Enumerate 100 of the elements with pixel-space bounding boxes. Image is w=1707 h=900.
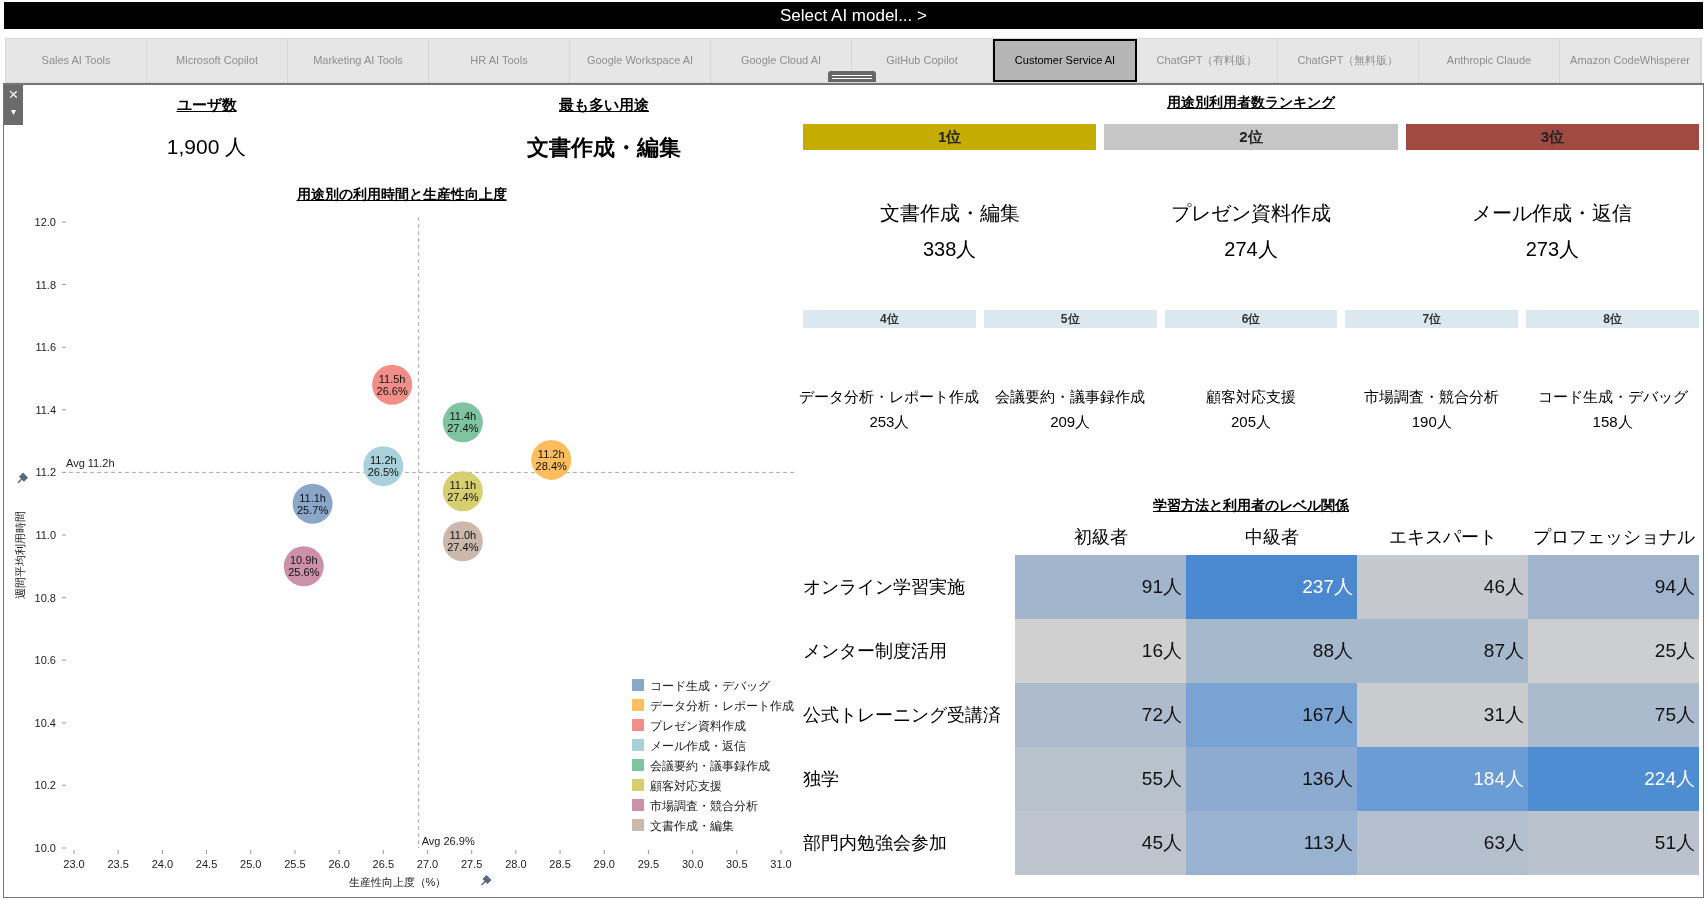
- row-label: 公式トレーニング受講済: [803, 703, 1001, 727]
- rank-name: コード生成・デバッグ: [1537, 387, 1688, 407]
- data-point[interactable]: [442, 401, 483, 442]
- pin-icon[interactable]: [480, 874, 492, 886]
- kpi-value: 1,900 人: [166, 133, 247, 160]
- heatmap-cell: 113人: [1186, 811, 1357, 875]
- heatmap-cell: 167人: [1186, 683, 1357, 747]
- row-label: メンター制度活用: [803, 639, 947, 663]
- axis-tick-label: 12.0: [34, 215, 56, 228]
- row-label: 部門内勉強会参加: [803, 831, 947, 855]
- legend-label: データ分析・レポート作成: [650, 698, 794, 713]
- heatmap-cell: 224人: [1528, 747, 1699, 811]
- axis-tick-label: 10.4: [34, 716, 56, 729]
- reference-label: Avg 26.9%: [421, 834, 475, 847]
- tab[interactable]: Microsoft Copilot: [147, 39, 288, 82]
- legend-label: 会議要約・議事録作成: [650, 758, 770, 773]
- legend-label: プレゼン資料作成: [650, 718, 746, 733]
- row-label: オンライン学習実施: [803, 575, 965, 599]
- kpi-label: 最も多い用途: [559, 95, 649, 115]
- heatmap-cell: 25人: [1528, 619, 1699, 683]
- rank-name: 顧客対応支援: [1206, 387, 1296, 407]
- tab[interactable]: Anthropic Claude: [1419, 39, 1560, 82]
- rank-name: データ分析・レポート作成: [799, 387, 980, 407]
- data-point[interactable]: [442, 470, 483, 511]
- heatmap-cell: 75人: [1528, 683, 1699, 747]
- axis-tick-label: 30.0: [681, 857, 704, 870]
- rank-badge: 2位: [1104, 124, 1398, 150]
- heatmap-cell: 46人: [1357, 555, 1528, 619]
- axis-tick-label: 24.0: [151, 857, 174, 870]
- axis-tick-label: 29.0: [593, 857, 615, 870]
- tab[interactable]: Sales AI Tools: [6, 39, 147, 82]
- data-point[interactable]: [292, 483, 333, 524]
- dropdown-button[interactable]: ▾: [11, 105, 16, 119]
- rank-name: メール作成・返信: [1472, 201, 1633, 226]
- axis-tick-label: 28.5: [549, 857, 571, 870]
- legend-label: メール作成・返信: [650, 738, 746, 753]
- tab[interactable]: HR AI Tools: [429, 39, 570, 82]
- axis-title: 生産性向上度（%）: [348, 875, 447, 888]
- rank-badge: 4位: [803, 310, 976, 328]
- axis-tick-label: 30.5: [726, 857, 748, 870]
- data-label: 11.0h 27.4%: [447, 528, 479, 553]
- axis-tick-label: 10.2: [34, 778, 56, 791]
- rank-count: 209人: [1050, 411, 1091, 432]
- axis-tick-label: 11.4: [35, 403, 56, 416]
- data-label: 10.9h 25.6%: [288, 553, 320, 578]
- axis-tick-label: 28.0: [505, 857, 527, 870]
- data-point[interactable]: [372, 364, 413, 405]
- heatmap-cell: 63人: [1357, 811, 1528, 875]
- column-header: 中級者: [1244, 526, 1299, 549]
- axis-title: 週間平均利用時間: [14, 510, 26, 599]
- axis-tick-label: 27.5: [461, 857, 483, 870]
- axis-tick-label: 25.5: [284, 857, 306, 870]
- rank-badge: 7位: [1345, 310, 1519, 328]
- rank-name: 会議要約・議事録作成: [995, 387, 1146, 407]
- axis-tick-label: 10.0: [34, 841, 56, 854]
- data-label: 11.1h 27.4%: [447, 478, 479, 503]
- tab[interactable]: Google Workspace AI: [570, 39, 711, 82]
- tab[interactable]: Customer Service AI: [993, 39, 1137, 82]
- model-select-label: Select AI model... >: [780, 4, 927, 27]
- heatmap-cell: 184人: [1357, 747, 1528, 811]
- data-label: 11.1h 25.7%: [297, 491, 329, 516]
- axis-tick-label: 26.5: [372, 857, 394, 870]
- section-title: 学習方法と利用者のレベル関係: [1153, 496, 1349, 515]
- rank-badge: 3位: [1405, 124, 1699, 150]
- axis-tick-label: 11.0: [35, 528, 56, 541]
- axis-tick-label: 11.8: [35, 278, 56, 291]
- data-point[interactable]: [363, 445, 404, 486]
- heatmap-cell: 91人: [1015, 555, 1186, 619]
- data-label: 11.4h 27.4%: [447, 409, 479, 434]
- rank-count: 274人: [1224, 237, 1278, 262]
- axis-tick-label: 25.0: [240, 857, 262, 870]
- rank-badge: 1位: [803, 124, 1097, 150]
- rank-name: プレゼン資料作成: [1171, 201, 1331, 226]
- data-point[interactable]: [442, 520, 483, 561]
- rank-count: 253人: [869, 411, 910, 432]
- data-label: 11.2h 26.5%: [367, 453, 399, 478]
- row-label: 独学: [803, 767, 839, 791]
- column-header: エキスパート: [1388, 526, 1497, 549]
- data-label: 11.2h 28.4%: [535, 447, 567, 472]
- tab[interactable]: ChatGPT（有料版）: [1137, 39, 1278, 82]
- heatmap-cell: 31人: [1357, 683, 1528, 747]
- column-header: プロフェッショナル: [1532, 526, 1695, 549]
- heatmap-cell: 55人: [1015, 747, 1186, 811]
- data-point[interactable]: [531, 439, 572, 480]
- axis-tick-label: 10.8: [34, 591, 56, 604]
- tab[interactable]: Marketing AI Tools: [288, 39, 429, 82]
- axis-tick-label: 23.5: [107, 857, 129, 870]
- tab[interactable]: ChatGPT（無料版）: [1278, 39, 1419, 82]
- legend-label: コード生成・デバッグ: [650, 678, 770, 693]
- pin-icon[interactable]: [17, 472, 29, 483]
- model-select-bar[interactable]: Select AI model... >: [4, 2, 1703, 29]
- rank-count: 205人: [1230, 411, 1271, 432]
- close-button[interactable]: ×: [8, 85, 19, 105]
- data-point[interactable]: [283, 545, 324, 586]
- axis-tick-label: 11.2: [35, 465, 56, 478]
- rank-badge: 6位: [1164, 310, 1338, 328]
- drag-handle-icon[interactable]: [828, 71, 876, 82]
- kpi-value: 文書作成・編集: [527, 133, 681, 162]
- tab[interactable]: Amazon CodeWhisperer: [1560, 39, 1701, 82]
- axis-tick-label: 29.5: [637, 857, 660, 870]
